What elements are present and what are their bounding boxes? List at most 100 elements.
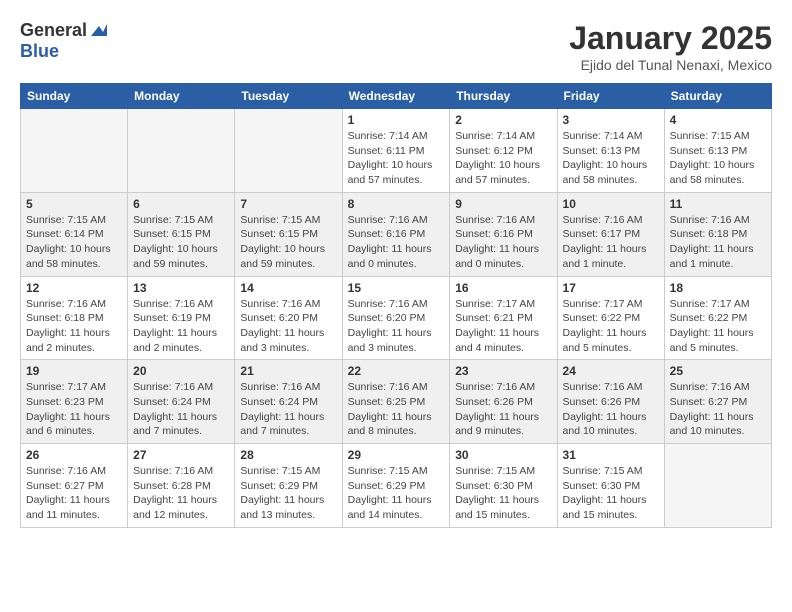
day-number: 3	[563, 113, 659, 127]
week-row-2: 5 Sunrise: 7:15 AM Sunset: 6:14 PM Daylig…	[21, 192, 772, 276]
day-number: 22	[348, 364, 445, 378]
day-number: 26	[26, 448, 122, 462]
day-number: 14	[240, 281, 336, 295]
day-cell: 19 Sunrise: 7:17 AM Sunset: 6:23 PM Dayli…	[21, 360, 128, 444]
day-cell: 17Sunrise: 7:17 AM Sunset: 6:22 PM Dayli…	[557, 276, 664, 360]
day-cell: 16Sunrise: 7:17 AM Sunset: 6:21 PM Dayli…	[450, 276, 557, 360]
day-cell: 18Sunrise: 7:17 AM Sunset: 6:22 PM Dayli…	[664, 276, 771, 360]
day-info: Sunrise: 7:14 AM Sunset: 6:12 PM Dayligh…	[455, 129, 551, 188]
day-info: Sunrise: 7:16 AM Sunset: 6:24 PM Dayligh…	[133, 380, 229, 439]
calendar-table: SundayMondayTuesdayWednesdayThursdayFrid…	[20, 83, 772, 528]
day-info: Sunrise: 7:15 AM Sunset: 6:29 PM Dayligh…	[240, 464, 336, 523]
weekday-header-friday: Friday	[557, 84, 664, 109]
day-info: Sunrise: 7:16 AM Sunset: 6:27 PM Dayligh…	[26, 464, 122, 523]
day-cell: 12 Sunrise: 7:16 AM Sunset: 6:18 PM Dayli…	[21, 276, 128, 360]
day-number: 29	[348, 448, 445, 462]
day-cell	[235, 109, 342, 193]
day-info: Sunrise: 7:16 AM Sunset: 6:20 PM Dayligh…	[348, 297, 445, 356]
day-cell: 28 Sunrise: 7:15 AM Sunset: 6:29 PM Dayli…	[235, 444, 342, 528]
day-info: Sunrise: 7:16 AM Sunset: 6:16 PM Dayligh…	[455, 213, 551, 272]
weekday-header-wednesday: Wednesday	[342, 84, 450, 109]
location-text: Ejido del Tunal Nenaxi, Mexico	[569, 57, 772, 73]
day-info: Sunrise: 7:16 AM Sunset: 6:26 PM Dayligh…	[563, 380, 659, 439]
day-number: 27	[133, 448, 229, 462]
day-number: 30	[455, 448, 551, 462]
day-number: 16	[455, 281, 551, 295]
day-cell: 7 Sunrise: 7:15 AM Sunset: 6:15 PM Daylig…	[235, 192, 342, 276]
day-number: 18	[670, 281, 766, 295]
day-info: Sunrise: 7:14 AM Sunset: 6:13 PM Dayligh…	[563, 129, 659, 188]
weekday-header-monday: Monday	[128, 84, 235, 109]
day-cell: 20 Sunrise: 7:16 AM Sunset: 6:24 PM Dayli…	[128, 360, 235, 444]
day-cell	[21, 109, 128, 193]
day-cell: 23 Sunrise: 7:16 AM Sunset: 6:26 PM Dayli…	[450, 360, 557, 444]
weekday-header-row: SundayMondayTuesdayWednesdayThursdayFrid…	[21, 84, 772, 109]
day-number: 13	[133, 281, 229, 295]
weekday-header-thursday: Thursday	[450, 84, 557, 109]
week-row-4: 19 Sunrise: 7:17 AM Sunset: 6:23 PM Dayli…	[21, 360, 772, 444]
day-info: Sunrise: 7:15 AM Sunset: 6:15 PM Dayligh…	[133, 213, 229, 272]
page-header: General Blue January 2025 Ejido del Tuna…	[20, 20, 772, 73]
week-row-5: 26 Sunrise: 7:16 AM Sunset: 6:27 PM Dayli…	[21, 444, 772, 528]
day-info: Sunrise: 7:16 AM Sunset: 6:25 PM Dayligh…	[348, 380, 445, 439]
week-row-1: 1 Sunrise: 7:14 AM Sunset: 6:11 PM Daylig…	[21, 109, 772, 193]
day-number: 1	[348, 113, 445, 127]
day-cell: 5 Sunrise: 7:15 AM Sunset: 6:14 PM Daylig…	[21, 192, 128, 276]
day-cell: 11 Sunrise: 7:16 AM Sunset: 6:18 PM Dayli…	[664, 192, 771, 276]
day-info: Sunrise: 7:16 AM Sunset: 6:20 PM Dayligh…	[240, 297, 336, 356]
day-cell: 24Sunrise: 7:16 AM Sunset: 6:26 PM Dayli…	[557, 360, 664, 444]
day-info: Sunrise: 7:16 AM Sunset: 6:16 PM Dayligh…	[348, 213, 445, 272]
week-row-3: 12 Sunrise: 7:16 AM Sunset: 6:18 PM Dayli…	[21, 276, 772, 360]
day-number: 20	[133, 364, 229, 378]
day-info: Sunrise: 7:15 AM Sunset: 6:30 PM Dayligh…	[563, 464, 659, 523]
day-info: Sunrise: 7:17 AM Sunset: 6:23 PM Dayligh…	[26, 380, 122, 439]
day-info: Sunrise: 7:16 AM Sunset: 6:24 PM Dayligh…	[240, 380, 336, 439]
day-number: 31	[563, 448, 659, 462]
day-number: 9	[455, 197, 551, 211]
logo-general-text: General	[20, 20, 87, 41]
weekday-header-tuesday: Tuesday	[235, 84, 342, 109]
month-title: January 2025	[569, 20, 772, 57]
day-number: 10	[563, 197, 659, 211]
day-info: Sunrise: 7:16 AM Sunset: 6:17 PM Dayligh…	[563, 213, 659, 272]
day-number: 12	[26, 281, 122, 295]
day-number: 23	[455, 364, 551, 378]
day-info: Sunrise: 7:16 AM Sunset: 6:18 PM Dayligh…	[26, 297, 122, 356]
day-cell	[664, 444, 771, 528]
logo: General Blue	[20, 20, 107, 62]
day-number: 25	[670, 364, 766, 378]
day-info: Sunrise: 7:16 AM Sunset: 6:28 PM Dayligh…	[133, 464, 229, 523]
day-number: 8	[348, 197, 445, 211]
logo-blue-text: Blue	[20, 41, 59, 61]
day-info: Sunrise: 7:16 AM Sunset: 6:27 PM Dayligh…	[670, 380, 766, 439]
day-number: 5	[26, 197, 122, 211]
day-cell: 1 Sunrise: 7:14 AM Sunset: 6:11 PM Daylig…	[342, 109, 450, 193]
day-number: 7	[240, 197, 336, 211]
day-cell: 3 Sunrise: 7:14 AM Sunset: 6:13 PM Daylig…	[557, 109, 664, 193]
day-cell: 4Sunrise: 7:15 AM Sunset: 6:13 PM Daylig…	[664, 109, 771, 193]
day-info: Sunrise: 7:15 AM Sunset: 6:29 PM Dayligh…	[348, 464, 445, 523]
day-info: Sunrise: 7:17 AM Sunset: 6:22 PM Dayligh…	[563, 297, 659, 356]
day-cell: 22 Sunrise: 7:16 AM Sunset: 6:25 PM Dayli…	[342, 360, 450, 444]
weekday-header-sunday: Sunday	[21, 84, 128, 109]
day-cell: 2Sunrise: 7:14 AM Sunset: 6:12 PM Daylig…	[450, 109, 557, 193]
day-info: Sunrise: 7:15 AM Sunset: 6:15 PM Dayligh…	[240, 213, 336, 272]
day-number: 21	[240, 364, 336, 378]
day-cell: 21 Sunrise: 7:16 AM Sunset: 6:24 PM Dayli…	[235, 360, 342, 444]
day-number: 15	[348, 281, 445, 295]
day-number: 11	[670, 197, 766, 211]
day-info: Sunrise: 7:15 AM Sunset: 6:30 PM Dayligh…	[455, 464, 551, 523]
day-cell	[128, 109, 235, 193]
day-info: Sunrise: 7:14 AM Sunset: 6:11 PM Dayligh…	[348, 129, 445, 188]
day-number: 19	[26, 364, 122, 378]
weekday-header-saturday: Saturday	[664, 84, 771, 109]
day-info: Sunrise: 7:16 AM Sunset: 6:26 PM Dayligh…	[455, 380, 551, 439]
day-info: Sunrise: 7:15 AM Sunset: 6:14 PM Dayligh…	[26, 213, 122, 272]
logo-bird-icon	[89, 22, 107, 40]
day-number: 6	[133, 197, 229, 211]
day-number: 28	[240, 448, 336, 462]
day-cell: 10 Sunrise: 7:16 AM Sunset: 6:17 PM Dayli…	[557, 192, 664, 276]
day-cell: 25 Sunrise: 7:16 AM Sunset: 6:27 PM Dayli…	[664, 360, 771, 444]
day-info: Sunrise: 7:16 AM Sunset: 6:18 PM Dayligh…	[670, 213, 766, 272]
day-cell: 9 Sunrise: 7:16 AM Sunset: 6:16 PM Daylig…	[450, 192, 557, 276]
